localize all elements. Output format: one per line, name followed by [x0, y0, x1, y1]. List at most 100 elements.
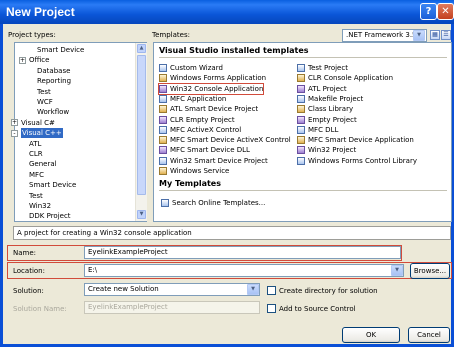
tree-item[interactable]: Win32: [29, 201, 51, 211]
templates-label: Templates:: [152, 31, 190, 39]
template-item[interactable]: Windows Forms Control Library: [297, 156, 417, 166]
template-item[interactable]: MFC DLL: [297, 125, 338, 135]
template-item[interactable]: CLR Empty Project: [159, 115, 235, 125]
forms-icon: [159, 74, 167, 83]
tree-item[interactable]: MFC: [29, 170, 44, 180]
tree-item[interactable]: Test: [37, 87, 51, 97]
chevron-down-icon[interactable]: ▼: [247, 284, 259, 295]
project-icon: [297, 146, 305, 155]
template-item[interactable]: Test Project: [297, 63, 348, 73]
template-label: CLR Empty Project: [170, 115, 235, 124]
template-item[interactable]: Empty Project: [297, 115, 357, 125]
solution-name-value: EyelinkExampleProject: [88, 303, 168, 311]
makefile-icon: [297, 94, 305, 103]
search-icon: [161, 199, 169, 207]
template-label: MFC Smart Device ActiveX Control: [170, 136, 291, 145]
framework-dropdown[interactable]: .NET Framework 3.5 ▼: [342, 29, 427, 42]
scroll-down-button[interactable]: ▼: [137, 210, 146, 219]
template-item[interactable]: MFC Smart Device Application: [297, 135, 414, 145]
chevron-down-icon[interactable]: ▼: [413, 30, 425, 41]
atl-icon: [159, 105, 167, 114]
add-source-control-label: Add to Source Control: [279, 305, 356, 313]
tree-item[interactable]: Test: [29, 191, 43, 201]
template-item[interactable]: MFC Smart Device DLL: [159, 145, 250, 155]
template-item[interactable]: Win32 Project: [297, 145, 356, 155]
tree-expander-icon[interactable]: -: [11, 129, 18, 137]
tree-expander-icon[interactable]: +: [11, 119, 18, 127]
scroll-thumb[interactable]: [137, 55, 146, 195]
name-input[interactable]: EyelinkExampleProject: [84, 246, 401, 259]
ok-button[interactable]: OK: [342, 327, 400, 343]
tree-item[interactable]: CLR: [29, 149, 43, 159]
tree-scrollbar[interactable]: ▲ ▼: [135, 43, 147, 221]
template-label: MFC ActiveX Control: [170, 125, 242, 134]
template-item[interactable]: MFC ActiveX Control: [159, 125, 241, 135]
add-source-control-checkbox[interactable]: [267, 304, 276, 313]
search-online-templates[interactable]: Search Online Templates...: [161, 198, 265, 208]
close-button[interactable]: ✕: [437, 3, 454, 20]
template-item[interactable]: MFC Smart Device ActiveX Control: [159, 135, 291, 145]
tree-item[interactable]: Visual C#: [21, 118, 55, 128]
tree-item[interactable]: DDK Project: [29, 211, 71, 221]
tree-item[interactable]: Reporting: [37, 76, 71, 86]
template-label: Win32 Project: [308, 146, 357, 155]
browse-label: Browse...: [413, 267, 447, 275]
wizard-icon: [159, 64, 167, 72]
templates-list[interactable]: Visual Studio installed templates Custom…: [153, 42, 452, 222]
template-label: Windows Service: [170, 167, 230, 175]
cancel-label: Cancel: [417, 331, 441, 339]
template-label: Makefile Project: [308, 94, 364, 103]
location-input[interactable]: E:\ ▼: [84, 264, 404, 277]
template-item[interactable]: Makefile Project: [297, 94, 363, 104]
template-item[interactable]: Win32 Smart Device Project: [159, 156, 268, 166]
tree-item[interactable]: ATL: [29, 139, 41, 149]
installed-templates-heading: Visual Studio installed templates: [159, 46, 309, 55]
template-label: Test Project: [308, 64, 348, 72]
solution-dropdown[interactable]: Create new Solution ▼: [84, 283, 260, 296]
large-icons-view-icon[interactable]: ▦: [430, 30, 440, 40]
tree-item[interactable]: Workflow: [37, 107, 69, 117]
tree-item[interactable]: Visual C++: [21, 128, 63, 139]
template-item[interactable]: Windows Forms Application: [159, 73, 266, 83]
mfc-icon: [159, 94, 167, 103]
template-item[interactable]: Custom Wizard: [159, 63, 223, 73]
ok-label: OK: [365, 331, 377, 339]
tree-item[interactable]: General: [29, 159, 57, 169]
template-item[interactable]: MFC Application: [159, 94, 226, 104]
location-value: E:\: [88, 266, 98, 274]
create-directory-checkbox[interactable]: [267, 286, 276, 295]
scroll-up-button[interactable]: ▲: [137, 44, 146, 53]
template-item[interactable]: CLR Console Application: [297, 73, 393, 83]
tree-item[interactable]: Office: [29, 55, 49, 65]
template-label: Windows Forms Application: [170, 74, 267, 83]
device-icon: [159, 156, 167, 165]
small-icons-view-icon[interactable]: ☰: [441, 30, 451, 40]
solution-label: Solution:: [13, 287, 44, 295]
project-types-tree[interactable]: Smart Device + Office Database Reporting Test…: [11, 42, 147, 222]
tree-item[interactable]: Smart Device: [37, 45, 84, 55]
browse-button[interactable]: Browse...: [410, 263, 450, 279]
template-item[interactable]: Win32 Console Application: [157, 82, 265, 95]
tree-expander-icon[interactable]: +: [19, 56, 26, 64]
cancel-button[interactable]: Cancel: [408, 327, 450, 343]
library-icon: [297, 105, 305, 114]
template-item[interactable]: Class Library: [297, 104, 353, 114]
empty-icon: [297, 115, 305, 124]
tree-item[interactable]: Smart Device: [29, 180, 76, 190]
solution-name-input[interactable]: EyelinkExampleProject: [84, 301, 260, 314]
help-button[interactable]: ?: [420, 3, 437, 20]
tree-item[interactable]: Database: [37, 66, 70, 76]
service-icon: [159, 167, 167, 175]
template-label: CLR Console Application: [308, 74, 394, 83]
window-title: New Project: [6, 5, 75, 19]
template-item[interactable]: ATL Smart Device Project: [159, 104, 258, 114]
template-label: Class Library: [308, 105, 354, 114]
tree-item[interactable]: WCF: [37, 97, 53, 107]
title-bar[interactable]: New Project ? ✕: [0, 0, 454, 24]
clr-icon: [159, 115, 167, 124]
template-item[interactable]: Windows Service: [159, 166, 229, 176]
template-label: Windows Forms Control Library: [308, 156, 417, 165]
template-item[interactable]: ATL Project: [297, 84, 347, 94]
dll-icon: [159, 146, 167, 155]
chevron-down-icon[interactable]: ▼: [391, 265, 403, 276]
